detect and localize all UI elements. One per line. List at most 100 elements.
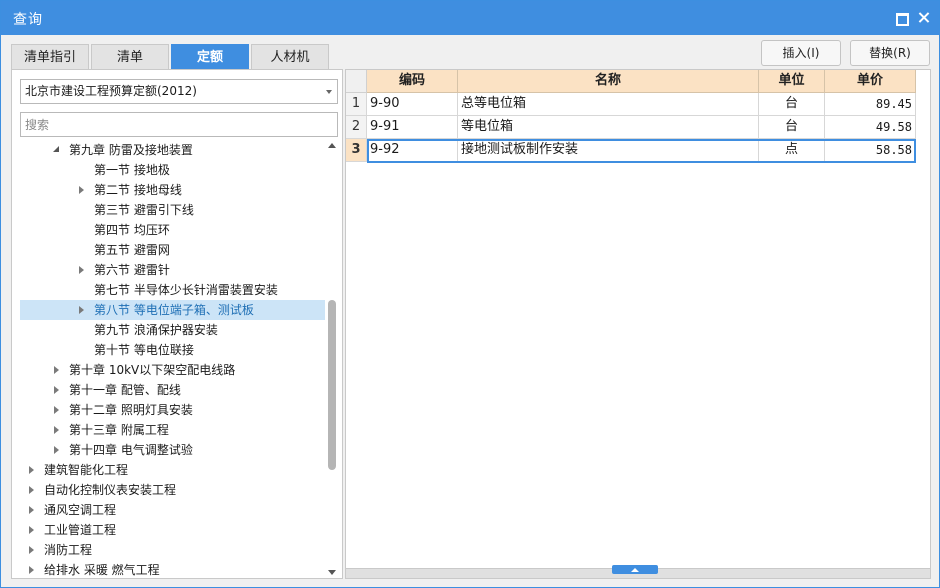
column-header-code[interactable]: 编码 (367, 70, 458, 93)
collapsed-arrow-icon[interactable] (26, 540, 38, 560)
row-number[interactable]: 1 (346, 93, 367, 116)
tree-item[interactable]: 第三节 避雷引下线 (20, 200, 325, 220)
tree-item[interactable]: 第六节 避雷针 (20, 260, 325, 280)
tab-quota[interactable]: 定额 (171, 44, 249, 70)
grid-horizontal-scrollbar[interactable] (346, 565, 930, 578)
replace-button[interactable]: 替换(R) (850, 40, 930, 66)
column-header-name[interactable]: 名称 (458, 70, 759, 93)
cell-name[interactable]: 总等电位箱 (458, 93, 759, 116)
tree-item[interactable]: 第八节 等电位端子箱、测试板 (20, 300, 325, 320)
tree-item[interactable]: 第十二章 照明灯具安装 (20, 400, 325, 420)
row-number[interactable]: 3 (346, 139, 367, 162)
tree-item-label: 工业管道工程 (44, 523, 117, 537)
tree-item[interactable]: 第十一章 配管、配线 (20, 380, 325, 400)
cell-unit[interactable]: 点 (759, 139, 825, 162)
collapsed-arrow-icon[interactable] (76, 260, 88, 280)
tree-item-label: 第七节 半导体少长针消雷装置安装 (94, 283, 278, 297)
tree-item-label: 第十三章 附属工程 (69, 423, 169, 437)
header-corner (346, 70, 367, 93)
splitter-handle[interactable] (612, 565, 658, 574)
tree-item-label: 建筑智能化工程 (44, 463, 129, 477)
scroll-down-icon[interactable] (328, 570, 336, 575)
close-icon[interactable] (916, 10, 932, 26)
cell-name[interactable]: 接地测试板制作安装 (458, 139, 759, 162)
tree-item-label: 第二节 接地母线 (94, 183, 182, 197)
tree-item-label: 第十二章 照明灯具安装 (69, 403, 193, 417)
tree-item-label: 第八节 等电位端子箱、测试板 (94, 303, 254, 317)
tree-item-label: 第四节 均压环 (94, 223, 170, 237)
tree-item[interactable]: 第十章 10kV以下架空配电线路 (20, 360, 325, 380)
cell-price[interactable]: 89.45 (825, 93, 916, 116)
table-row[interactable]: 3 9-92 接地测试板制作安装点 58.58 (346, 139, 916, 162)
tree-item[interactable]: 第七节 半导体少长针消雷装置安装 (20, 280, 325, 300)
insert-button[interactable]: 插入(I) (761, 40, 841, 66)
collapsed-arrow-icon[interactable] (76, 180, 88, 200)
tree-item-label: 第九章 防雷及接地装置 (69, 143, 193, 157)
tree-item[interactable]: 消防工程 (20, 540, 325, 560)
window-title: 查询 (13, 12, 43, 28)
search-input[interactable] (20, 112, 338, 137)
maximize-icon[interactable] (893, 10, 909, 26)
collapsed-arrow-icon[interactable] (26, 520, 38, 540)
tree-item[interactable]: 工业管道工程 (20, 520, 325, 540)
tab-list-guide[interactable]: 清单指引 (11, 44, 89, 70)
cell-price[interactable]: 58.58 (825, 139, 916, 162)
tree-item-label: 第三节 避雷引下线 (94, 203, 194, 217)
collapsed-arrow-icon[interactable] (26, 560, 38, 578)
cell-code[interactable]: 9-92 (367, 139, 458, 162)
tree-scrollbar[interactable] (325, 140, 338, 578)
cell-code[interactable]: 9-90 (367, 93, 458, 116)
tree-item[interactable]: 第四节 均压环 (20, 220, 325, 240)
row-number[interactable]: 2 (346, 116, 367, 139)
scroll-up-icon[interactable] (328, 143, 336, 148)
tree-item[interactable]: 第九节 浪涌保护器安装 (20, 320, 325, 340)
tree-item-label: 消防工程 (44, 543, 93, 557)
tree-item[interactable]: 第十三章 附属工程 (20, 420, 325, 440)
expanded-arrow-icon[interactable] (51, 140, 63, 160)
tree-item[interactable]: 建筑智能化工程 (20, 460, 325, 480)
scroll-thumb[interactable] (328, 300, 336, 470)
tree-item[interactable]: 通风空调工程 (20, 500, 325, 520)
tab-list[interactable]: 清单 (91, 44, 169, 70)
collapsed-arrow-icon[interactable] (76, 300, 88, 320)
tab-labor-material-machine[interactable]: 人材机 (251, 44, 329, 70)
tree-item-label: 第六节 避雷针 (94, 263, 170, 277)
tree-item[interactable]: 第二节 接地母线 (20, 180, 325, 200)
tree-item-label: 第十节 等电位联接 (94, 343, 194, 357)
table-row[interactable]: 2 9-91 等电位箱台 49.58 (346, 116, 916, 139)
collapsed-arrow-icon[interactable] (51, 420, 63, 440)
chevron-down-icon[interactable] (326, 90, 332, 94)
collapsed-arrow-icon[interactable] (51, 400, 63, 420)
collapsed-arrow-icon[interactable] (26, 480, 38, 500)
collapsed-arrow-icon[interactable] (51, 440, 63, 460)
cell-name[interactable]: 等电位箱 (458, 116, 759, 139)
collapsed-arrow-icon[interactable] (26, 460, 38, 480)
tree-item[interactable]: 第十四章 电气调整试验 (20, 440, 325, 460)
library-select[interactable]: 北京市建设工程预算定额(2012) (20, 79, 338, 104)
collapsed-arrow-icon[interactable] (51, 380, 63, 400)
tree-item-label: 第十章 10kV以下架空配电线路 (69, 363, 236, 377)
quota-grid-panel: 编码 名称 单位 单价 1 9-90 总等电位箱台 89.45 2 9-91 等电位箱台 49… (345, 69, 931, 579)
cell-code[interactable]: 9-91 (367, 116, 458, 139)
title-bar[interactable]: 查询 (1, 1, 939, 35)
tree-item-label: 第十四章 电气调整试验 (69, 443, 193, 457)
tree-item-label: 通风空调工程 (44, 503, 117, 517)
collapsed-arrow-icon[interactable] (51, 360, 63, 380)
tree-item-label: 第九节 浪涌保护器安装 (94, 323, 218, 337)
tree-item-label: 第十一章 配管、配线 (69, 383, 181, 397)
cell-unit[interactable]: 台 (759, 93, 825, 116)
tree-item[interactable]: 第五节 避雷网 (20, 240, 325, 260)
tree-item[interactable]: 第一节 接地极 (20, 160, 325, 180)
collapsed-arrow-icon[interactable] (26, 500, 38, 520)
table-row[interactable]: 1 9-90 总等电位箱台 89.45 (346, 93, 916, 116)
cell-price[interactable]: 49.58 (825, 116, 916, 139)
cell-unit[interactable]: 台 (759, 116, 825, 139)
column-header-price[interactable]: 单价 (825, 70, 916, 93)
tree-item[interactable]: 第九章 防雷及接地装置 (20, 140, 325, 160)
tree-item[interactable]: 给排水 采暖 燃气工程 (20, 560, 325, 578)
tree-item[interactable]: 第十节 等电位联接 (20, 340, 325, 360)
query-dialog: 查询 清单指引 清单 定额 人材机 插入(I) 替换(R) 北京市建设工程预算定… (0, 0, 940, 588)
column-header-unit[interactable]: 单位 (759, 70, 825, 93)
tree-item[interactable]: 自动化控制仪表安装工程 (20, 480, 325, 500)
tree-item-label: 自动化控制仪表安装工程 (44, 483, 177, 497)
